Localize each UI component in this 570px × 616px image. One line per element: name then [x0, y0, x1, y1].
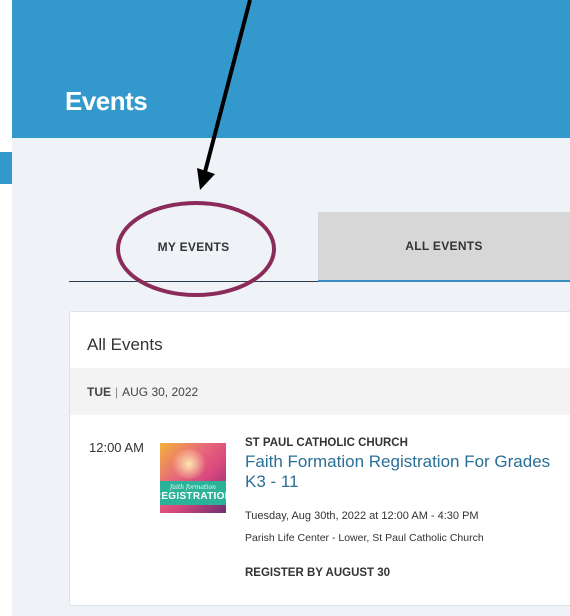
date-value: AUG 30, 2022	[122, 384, 199, 399]
events-card: All Events TUE | AUG 30, 2022 12:00 AM f…	[69, 311, 570, 606]
event-time: 12:00 AM	[89, 440, 144, 455]
event-organization: ST PAUL CATHOLIC CHURCH	[245, 437, 408, 449]
event-title-link[interactable]: Faith Formation Registration For Grades …	[245, 452, 567, 492]
thumbnail-caption: faith formation REGISTRATION	[160, 481, 226, 505]
date-day: TUE	[87, 384, 111, 399]
header-band	[12, 0, 570, 138]
event-thumbnail[interactable]: faith formation REGISTRATION	[160, 443, 226, 513]
thumbnail-caption-big: REGISTRATION	[160, 490, 226, 502]
tab-all-events[interactable]: ALL EVENTS	[318, 212, 570, 282]
card-title: All Events	[87, 335, 163, 354]
tab-all-events-label: ALL EVENTS	[405, 239, 483, 253]
tab-my-events[interactable]: MY EVENTS	[69, 212, 318, 282]
event-datetime: Tuesday, Aug 30th, 2022 at 12:00 AM - 4:…	[245, 510, 479, 522]
date-group-header: TUE | AUG 30, 2022	[70, 368, 570, 415]
date-separator: |	[115, 384, 119, 399]
thumbnail-caption-small: faith formation	[170, 483, 216, 491]
thumbnail-photo	[170, 449, 208, 479]
tab-my-events-label: MY EVENTS	[157, 239, 230, 254]
event-location: Parish Life Center - Lower, St Paul Cath…	[245, 532, 484, 544]
register-deadline: REGISTER BY AUGUST 30	[245, 567, 391, 579]
sidebar-accent	[0, 152, 12, 184]
page-title: Events	[65, 86, 148, 116]
